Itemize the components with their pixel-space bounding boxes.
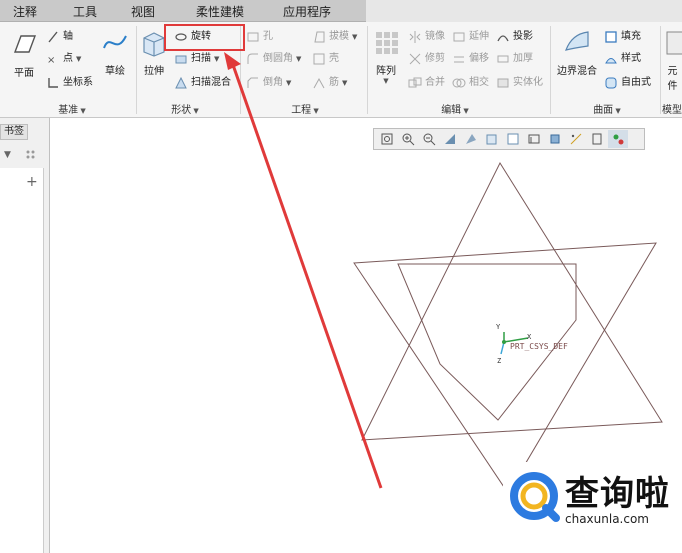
csys-label: PRT_CSYS_DEF xyxy=(510,342,568,351)
csys-axis-x: X xyxy=(527,333,532,341)
arrow-head-icon xyxy=(224,52,241,70)
revolve-highlight-box xyxy=(164,24,245,51)
annotation-arrow xyxy=(224,52,383,489)
csys-axis-z: Z xyxy=(497,357,501,365)
watermark-logo-icon xyxy=(510,472,560,522)
csys-axis-y: Y xyxy=(496,323,501,331)
watermark-brand: 查询啦 xyxy=(565,474,670,514)
watermark-url: chaxunla.com xyxy=(565,512,649,526)
sketch-geometry[interactable] xyxy=(353,161,663,494)
